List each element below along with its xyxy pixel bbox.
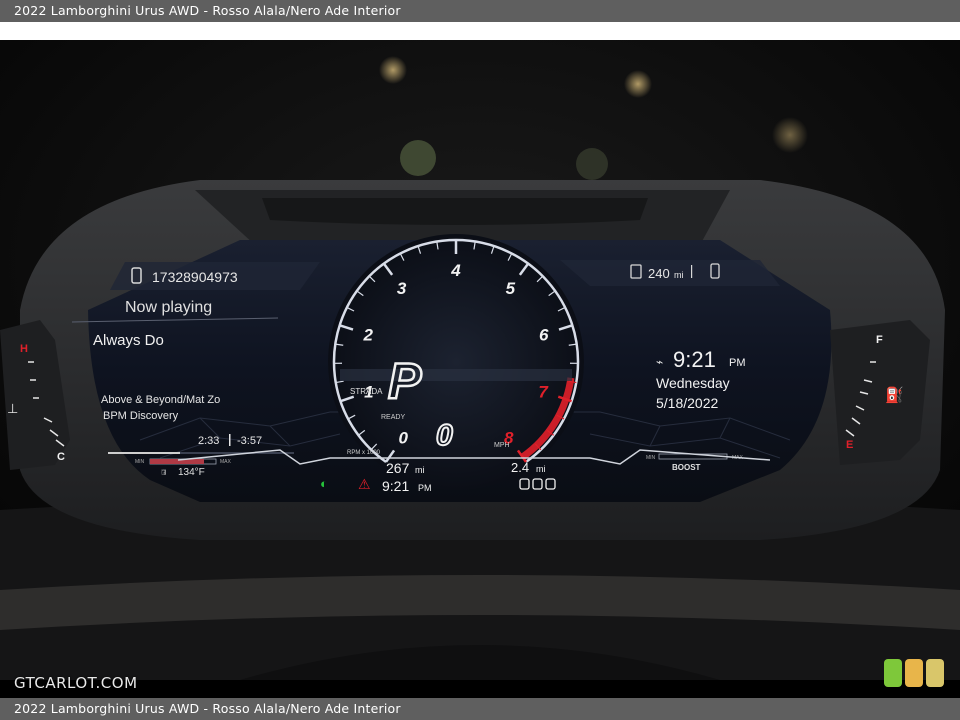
artist-name: Above & Beyond/Mat Zo [101, 394, 220, 406]
clock-ampm: PM [729, 357, 746, 369]
headlight-indicator-icon: ◐ [320, 476, 328, 491]
oil-max: MAX [220, 459, 232, 465]
boost-min: MIN [646, 455, 656, 461]
media-header: Now playing [125, 299, 212, 316]
tach-number: 4 [450, 261, 461, 280]
satellite-icon: ⌁ [656, 355, 663, 369]
phone-number: 17328904973 [152, 269, 238, 285]
tach-number: 2 [363, 325, 374, 344]
temp-hot: H [20, 343, 28, 355]
tach-number: 7 [538, 383, 549, 402]
date: 5/18/2022 [656, 395, 718, 411]
range-top-unit: mi [674, 270, 684, 280]
fuel-full: F [876, 334, 883, 346]
drive-mode: STRADA [350, 387, 383, 396]
photo-bottom-edge [0, 680, 960, 698]
track-remaining: -3:57 [237, 435, 262, 447]
caption-bar-bottom: 2022 Lamborghini Urus AWD - Rosso Alala/… [0, 698, 960, 720]
oil-icon: 🛢 [160, 469, 168, 476]
boost-label: BOOST [672, 463, 701, 472]
tach-number: 0 [398, 428, 408, 447]
small-clock-ampm: PM [418, 483, 432, 493]
watermark: GTCARLOT.COM [14, 674, 138, 692]
tach-number: 6 [539, 325, 549, 344]
coolant-icon: ⊥ [7, 401, 18, 416]
caption-text: 2022 Lamborghini Urus AWD - Rosso Alala/… [14, 3, 401, 18]
song-title: Always Do [93, 332, 164, 349]
temp-cold: C [57, 451, 65, 463]
oil-min: MIN [135, 459, 145, 465]
speed-readout: 0 [436, 419, 453, 452]
site-logo-icon [884, 659, 946, 687]
tach-number: 3 [397, 279, 407, 298]
fuel-icon: ⛽ [885, 386, 904, 404]
track-elapsed: 2:33 [198, 435, 219, 447]
oil-temp: 134°F [178, 467, 205, 478]
white-strip-top [0, 22, 960, 40]
odo-range: 267 [386, 460, 410, 476]
caption-bar-top: 2022 Lamborghini Urus AWD - Rosso Alala/… [0, 0, 960, 22]
odo-unit: mi [415, 465, 425, 475]
album-name: BPM Discovery [103, 410, 179, 422]
speed-unit: MPH [494, 442, 510, 449]
tach-number: 5 [506, 279, 516, 298]
rpm-label: RPM x 1000 [347, 450, 381, 456]
small-clock: 9:21 [382, 478, 409, 494]
clock-time: 9:21 [673, 347, 716, 372]
seatbelt-warning-icon: ⚠ [358, 476, 371, 492]
fuel-empty: E [846, 439, 853, 451]
caption-text-bottom: 2022 Lamborghini Urus AWD - Rosso Alala/… [14, 701, 401, 716]
range-top: 240 [648, 266, 670, 281]
dashboard-photo: 17328904973 Now playing Always Do Above … [0, 40, 960, 680]
gear-indicator: P [388, 353, 422, 409]
ready-label: READY [381, 414, 405, 421]
trip-unit: mi [536, 464, 546, 474]
trip-value: 2.4 [511, 460, 529, 475]
weekday: Wednesday [656, 375, 730, 391]
